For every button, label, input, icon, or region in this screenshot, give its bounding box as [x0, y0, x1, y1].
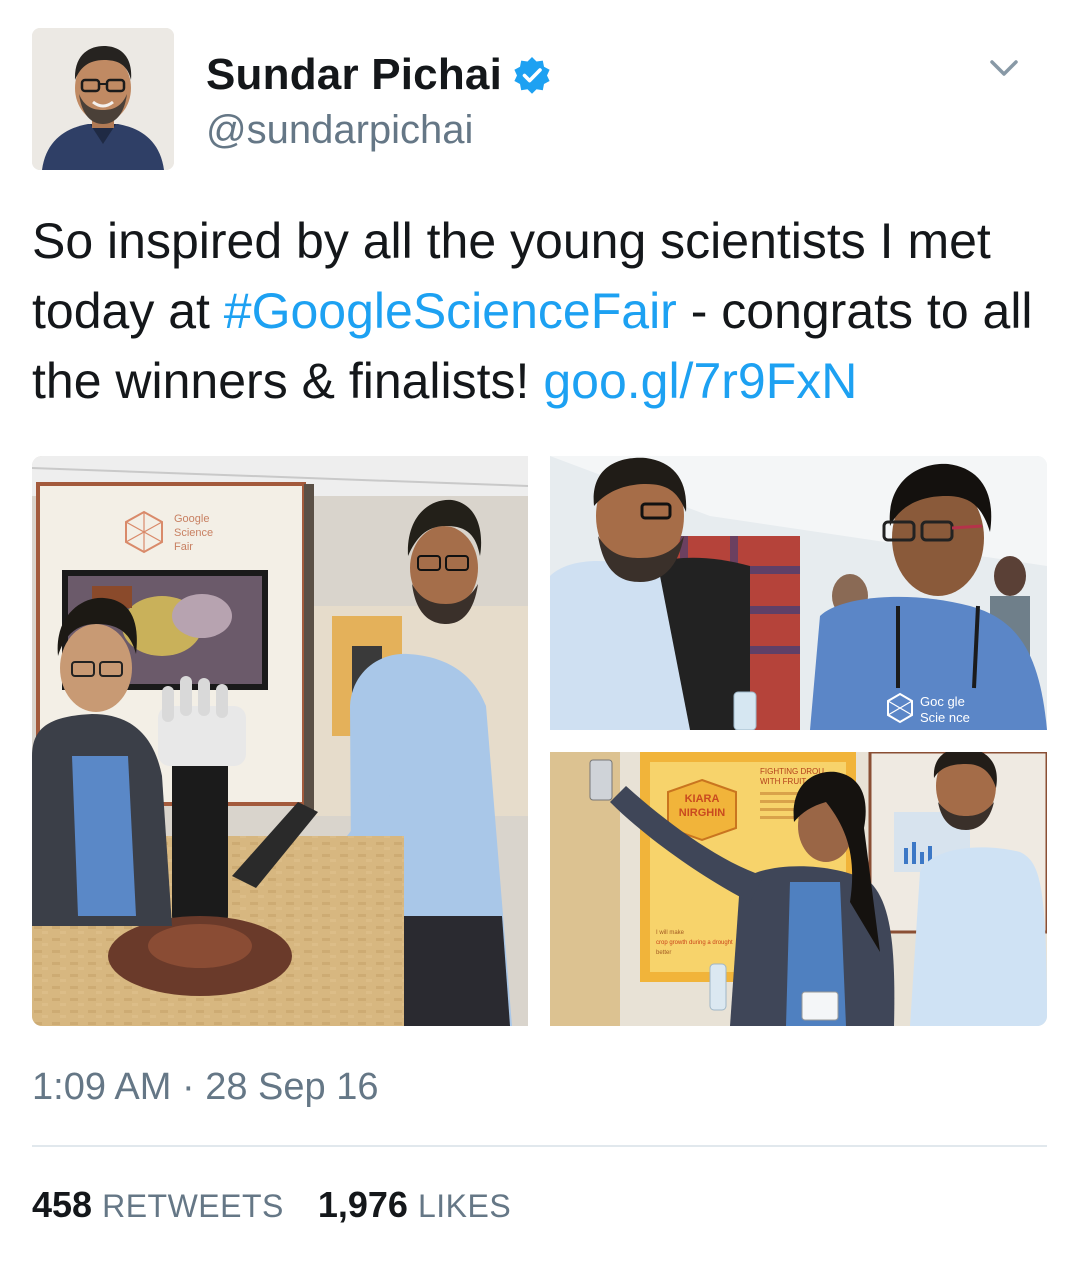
- avatar-image: [32, 28, 174, 170]
- timestamp-separator: ·: [171, 1066, 206, 1108]
- booth-sign-caption3: better: [656, 950, 671, 956]
- booth-logo-line1: Google: [174, 513, 209, 525]
- phone-icon: [589, 759, 613, 801]
- booth-logo-line2: Science: [174, 527, 213, 539]
- author-handle[interactable]: @sundarpichai: [206, 108, 473, 153]
- chevron-down-icon[interactable]: [984, 50, 1024, 86]
- booth-logo-line3: Fair: [174, 541, 193, 553]
- tweet-card: Sundar Pichai @sundarpichai So inspired …: [0, 0, 1079, 1263]
- divider: [32, 1145, 1047, 1147]
- url-link[interactable]: goo.gl/7r9FxN: [543, 353, 857, 409]
- hashtag-link[interactable]: #GoogleScienceFair: [224, 283, 677, 339]
- tweet-timestamp[interactable]: 1:09 AM · 28 Sep 16: [32, 1066, 378, 1109]
- avatar[interactable]: [32, 28, 174, 170]
- booth-sign-caption1: I will make: [656, 930, 685, 936]
- retweets-count: 458: [32, 1184, 93, 1225]
- photo-3[interactable]: KIARA NIRGHIN FIGHTING DROU WITH FRUIT I…: [550, 752, 1047, 1026]
- verified-badge-icon: [512, 55, 552, 95]
- shirt-logo-line1: Goc gle: [920, 694, 965, 709]
- tweet-text: So inspired by all the young scientists …: [32, 206, 1052, 416]
- booth-sign-name-line2: NIRGHIN: [679, 807, 726, 819]
- shirt-logo-line2: Scie nce: [920, 710, 970, 725]
- tweet-date: 28 Sep 16: [205, 1066, 379, 1108]
- booth-sign-header-line1: FIGHTING DROU: [760, 767, 824, 776]
- likes-count: 1,976: [317, 1184, 408, 1225]
- photo-1[interactable]: Google Science Fair: [32, 456, 528, 1026]
- tweet-stats: 458 RETWEETS 1,976 LIKES: [32, 1184, 545, 1226]
- author-display-name[interactable]: Sundar Pichai: [206, 50, 502, 100]
- booth-sign-header-line2: WITH FRUIT: [760, 777, 806, 786]
- tweet-time: 1:09 AM: [32, 1066, 172, 1108]
- likes-stat[interactable]: 1,976 LIKES: [318, 1184, 511, 1226]
- author-name-row[interactable]: Sundar Pichai: [206, 46, 552, 104]
- booth-sign-name-line1: KIARA: [685, 793, 720, 805]
- photo-2[interactable]: Goc gle Scie nce: [550, 456, 1047, 730]
- likes-label: LIKES: [417, 1188, 512, 1224]
- retweets-stat[interactable]: 458 RETWEETS: [32, 1184, 284, 1226]
- retweets-label: RETWEETS: [102, 1188, 284, 1224]
- booth-sign-caption2: crop growth during a drought: [656, 940, 733, 946]
- media-grid: Google Science Fair Goc gle Scie nce KIA…: [32, 456, 1047, 1026]
